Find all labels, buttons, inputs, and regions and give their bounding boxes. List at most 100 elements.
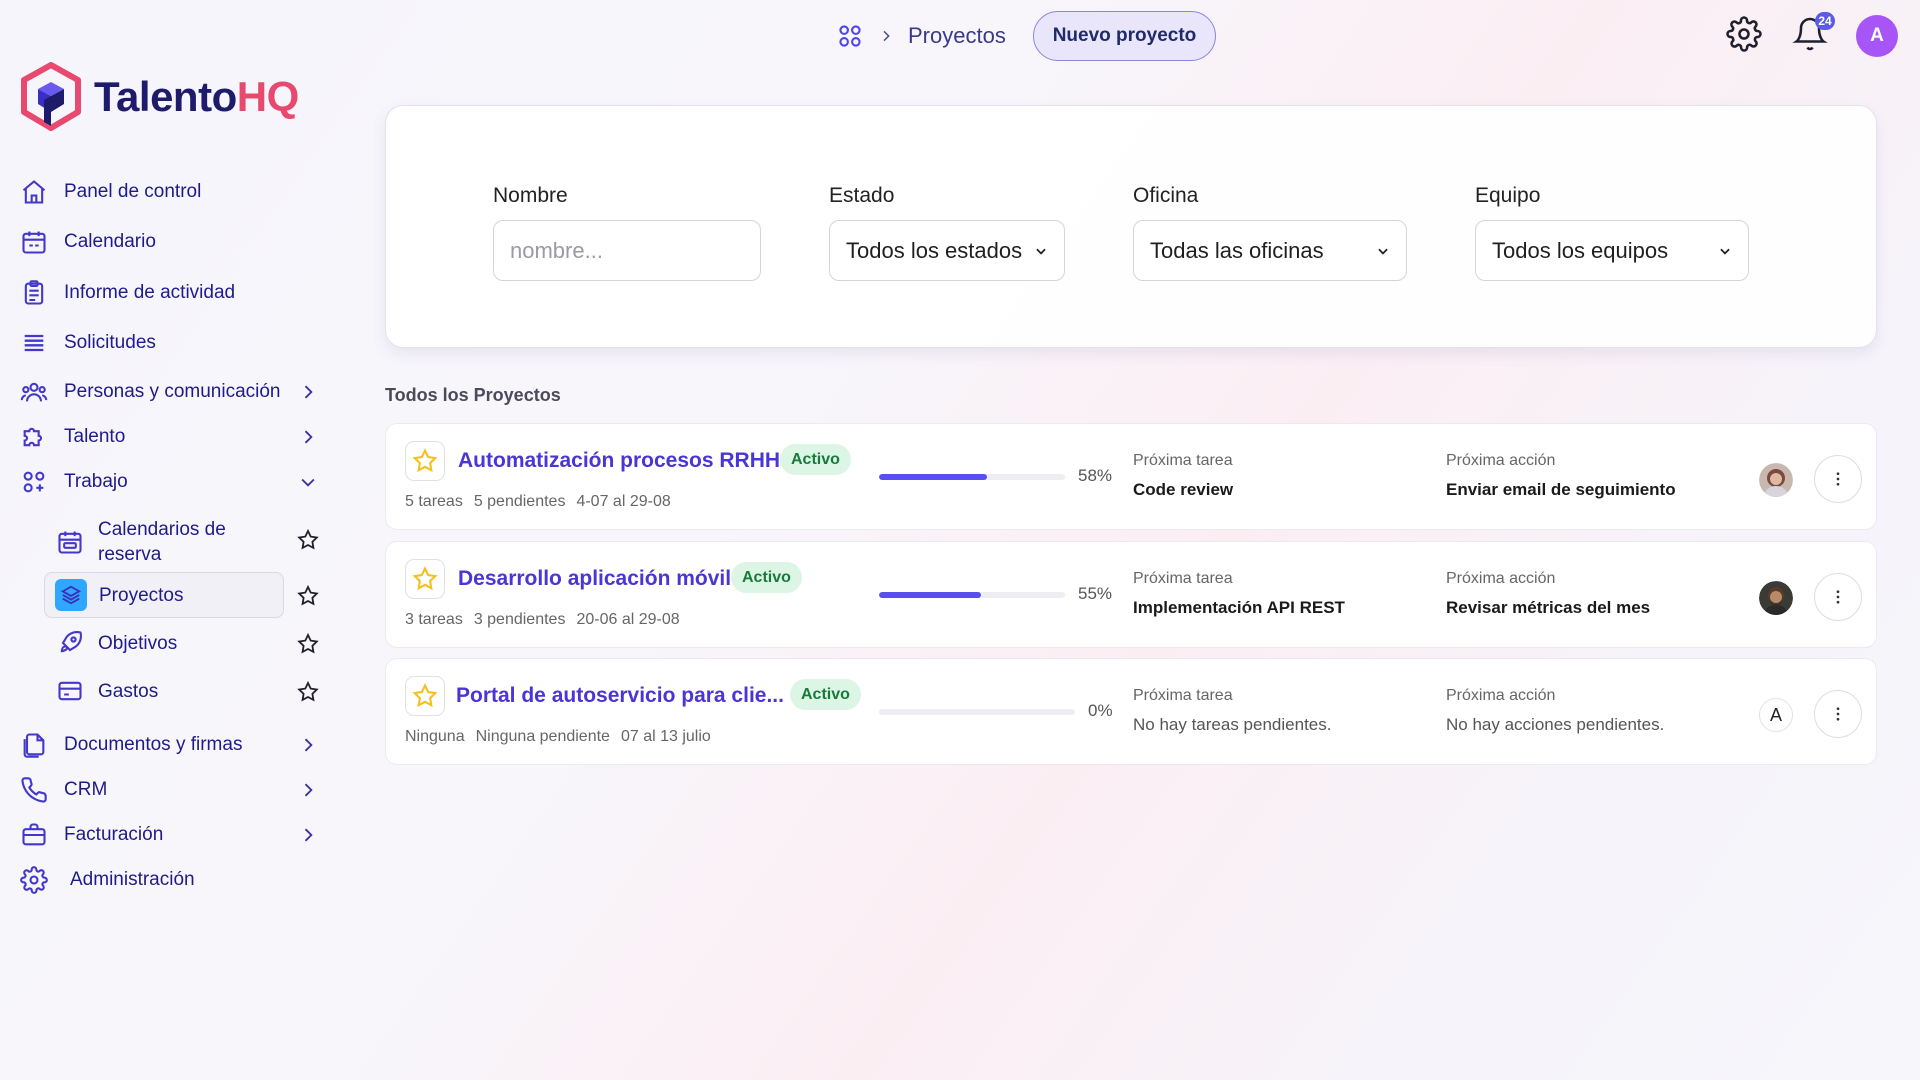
more-options-button[interactable] [1814,455,1862,503]
favorite-star-button[interactable] [405,441,445,481]
member-avatar[interactable] [1759,581,1793,615]
project-title-link[interactable]: Portal de autoservicio para clie... [456,684,784,708]
office-filter-label: Oficina [1133,184,1199,207]
breadcrumb: Proyectos [836,20,1006,52]
sidebar-item-administracion[interactable]: Administración [20,860,320,900]
status-select[interactable]: Todos los estados [829,220,1065,281]
next-action-label: Próxima acción [1446,570,1556,587]
sidebar-item-facturacion[interactable]: Facturación [20,815,320,855]
progress-fill [879,592,982,598]
next-task-label: Próxima tarea [1133,452,1233,469]
task-count: 3 tareas [405,611,463,628]
sidebar-item-trabajo[interactable]: Trabajo [20,462,320,502]
clipboard-icon [24,280,44,305]
more-options-button[interactable] [1814,690,1862,738]
sidebar-item-label: CRM [64,779,108,800]
sidebar-subitem-label: Proyectos [99,584,184,606]
sidebar-item-talento[interactable]: Talento [20,417,320,457]
name-filter: Nombre [493,184,761,281]
phone-icon [21,777,47,803]
sidebar-item-label: Panel de control [64,181,202,202]
chevron-right-icon [304,738,313,752]
grid-icon [23,471,45,493]
member-avatar[interactable] [1759,463,1793,497]
name-filter-input[interactable] [493,220,761,281]
task-count: 5 tareas [405,493,463,510]
sidebar-item-label: Talento [64,426,126,447]
grid-apps-icon[interactable] [836,22,864,50]
sidebar-subitem-label: Gastos [98,680,159,702]
progress-percent: 58% [1078,466,1113,485]
favorite-star-button[interactable] [405,676,445,716]
next-action-label: Próxima acción [1446,687,1556,704]
sidebar-item-informe-de-actividad[interactable]: Informe de actividad [20,273,320,313]
more-vertical-icon [1836,707,1840,721]
sidebar-item-label: Informe de actividad [64,282,236,303]
progress-bar [879,474,1065,480]
star-outline-icon [412,448,438,473]
sidebar-item-panel-de-control[interactable]: Panel de control [20,172,320,212]
project-meta: 3 tareas 3 pendientes 20-06 al 29-08 [405,611,680,629]
people-icon [20,382,48,402]
status-badge: Activo [780,444,851,475]
chevron-right-icon [883,30,890,42]
star-outline-icon [412,683,438,708]
sidebar-subitem-proyectos[interactable]: Proyectos [44,572,284,618]
logo-cube-icon [21,62,81,131]
notification-count-badge: 24 [1815,12,1835,30]
puzzle-icon [23,427,43,447]
settings-gear-icon[interactable] [1726,16,1762,52]
progress-percent: 55% [1078,584,1113,603]
member-avatar[interactable]: A [1759,698,1793,732]
brand-logo[interactable]: TalentoHQ [20,62,299,132]
new-project-button[interactable]: Nuevo proyecto [1033,11,1216,61]
credit-card-icon [58,681,82,701]
project-title-link[interactable]: Desarrollo aplicación móvil [458,567,731,591]
calendar-booking-icon [58,531,82,554]
star-outline-icon[interactable] [296,632,320,656]
sidebar-item-crm[interactable]: CRM [20,770,320,810]
star-outline-icon[interactable] [296,680,320,704]
sidebar-subitem-gastos[interactable]: Gastos [44,668,284,714]
list-icon [24,334,44,352]
documents-icon [23,733,45,758]
chevron-right-icon [304,828,313,842]
sidebar-item-documentos-y-firmas[interactable]: Documentos y firmas [20,725,320,765]
next-task-value: Implementación API REST [1133,598,1345,617]
brand-name: TalentoHQ [94,73,299,120]
project-row[interactable]: Portal de autoservicio para clie... Acti… [385,658,1877,765]
user-avatar[interactable]: A [1856,15,1898,57]
chevron-down-icon [1036,248,1046,255]
date-range: 4-07 al 29-08 [576,493,671,510]
status-select-value: Todos los estados [846,237,1023,263]
next-action-value: Revisar métricas del mes [1446,598,1651,617]
sidebar-item-calendario[interactable]: Calendario [20,222,320,262]
chevron-right-icon [304,783,313,797]
more-options-button[interactable] [1814,573,1862,621]
status-filter-label: Estado [829,184,895,207]
sidebar-item-label: Administración [70,869,195,890]
project-title-link[interactable]: Automatización procesos RRHH [458,449,780,473]
chevron-down-icon [1720,248,1730,255]
gear-icon [20,866,48,894]
sidebar-item-personas-y-comunicacion[interactable]: Personas y comunicación [20,372,320,412]
project-row[interactable]: Automatización procesos RRHH Activo 5 ta… [385,423,1877,530]
office-filter: Oficina Todas las oficinas [1133,184,1407,281]
home-icon [22,180,46,204]
star-outline-icon[interactable] [296,584,320,608]
sidebar-subitem-objetivos[interactable]: Objetivos [44,620,284,666]
pending-count: 5 pendientes [473,493,566,510]
favorite-star-button[interactable] [405,559,445,599]
task-count: Ninguna [405,728,465,745]
next-action-value: Enviar email de seguimiento [1446,480,1676,499]
sidebar-subitem-calendarios-de-reserva[interactable]: Calendarios de reserva [44,516,284,568]
next-action-value: No hay acciones pendientes. [1446,715,1665,734]
team-select[interactable]: Todos los equipos [1475,220,1749,281]
office-select[interactable]: Todas las oficinas [1133,220,1407,281]
project-meta: Ninguna Ninguna pendiente 07 al 13 julio [405,728,711,746]
sidebar-item-solicitudes[interactable]: Solicitudes [20,323,320,363]
project-row[interactable]: Desarrollo aplicación móvil Activo 3 tar… [385,541,1877,648]
team-select-value: Todos los equipos [1492,237,1669,263]
progress-fill [879,474,987,480]
star-outline-icon[interactable] [296,528,320,552]
